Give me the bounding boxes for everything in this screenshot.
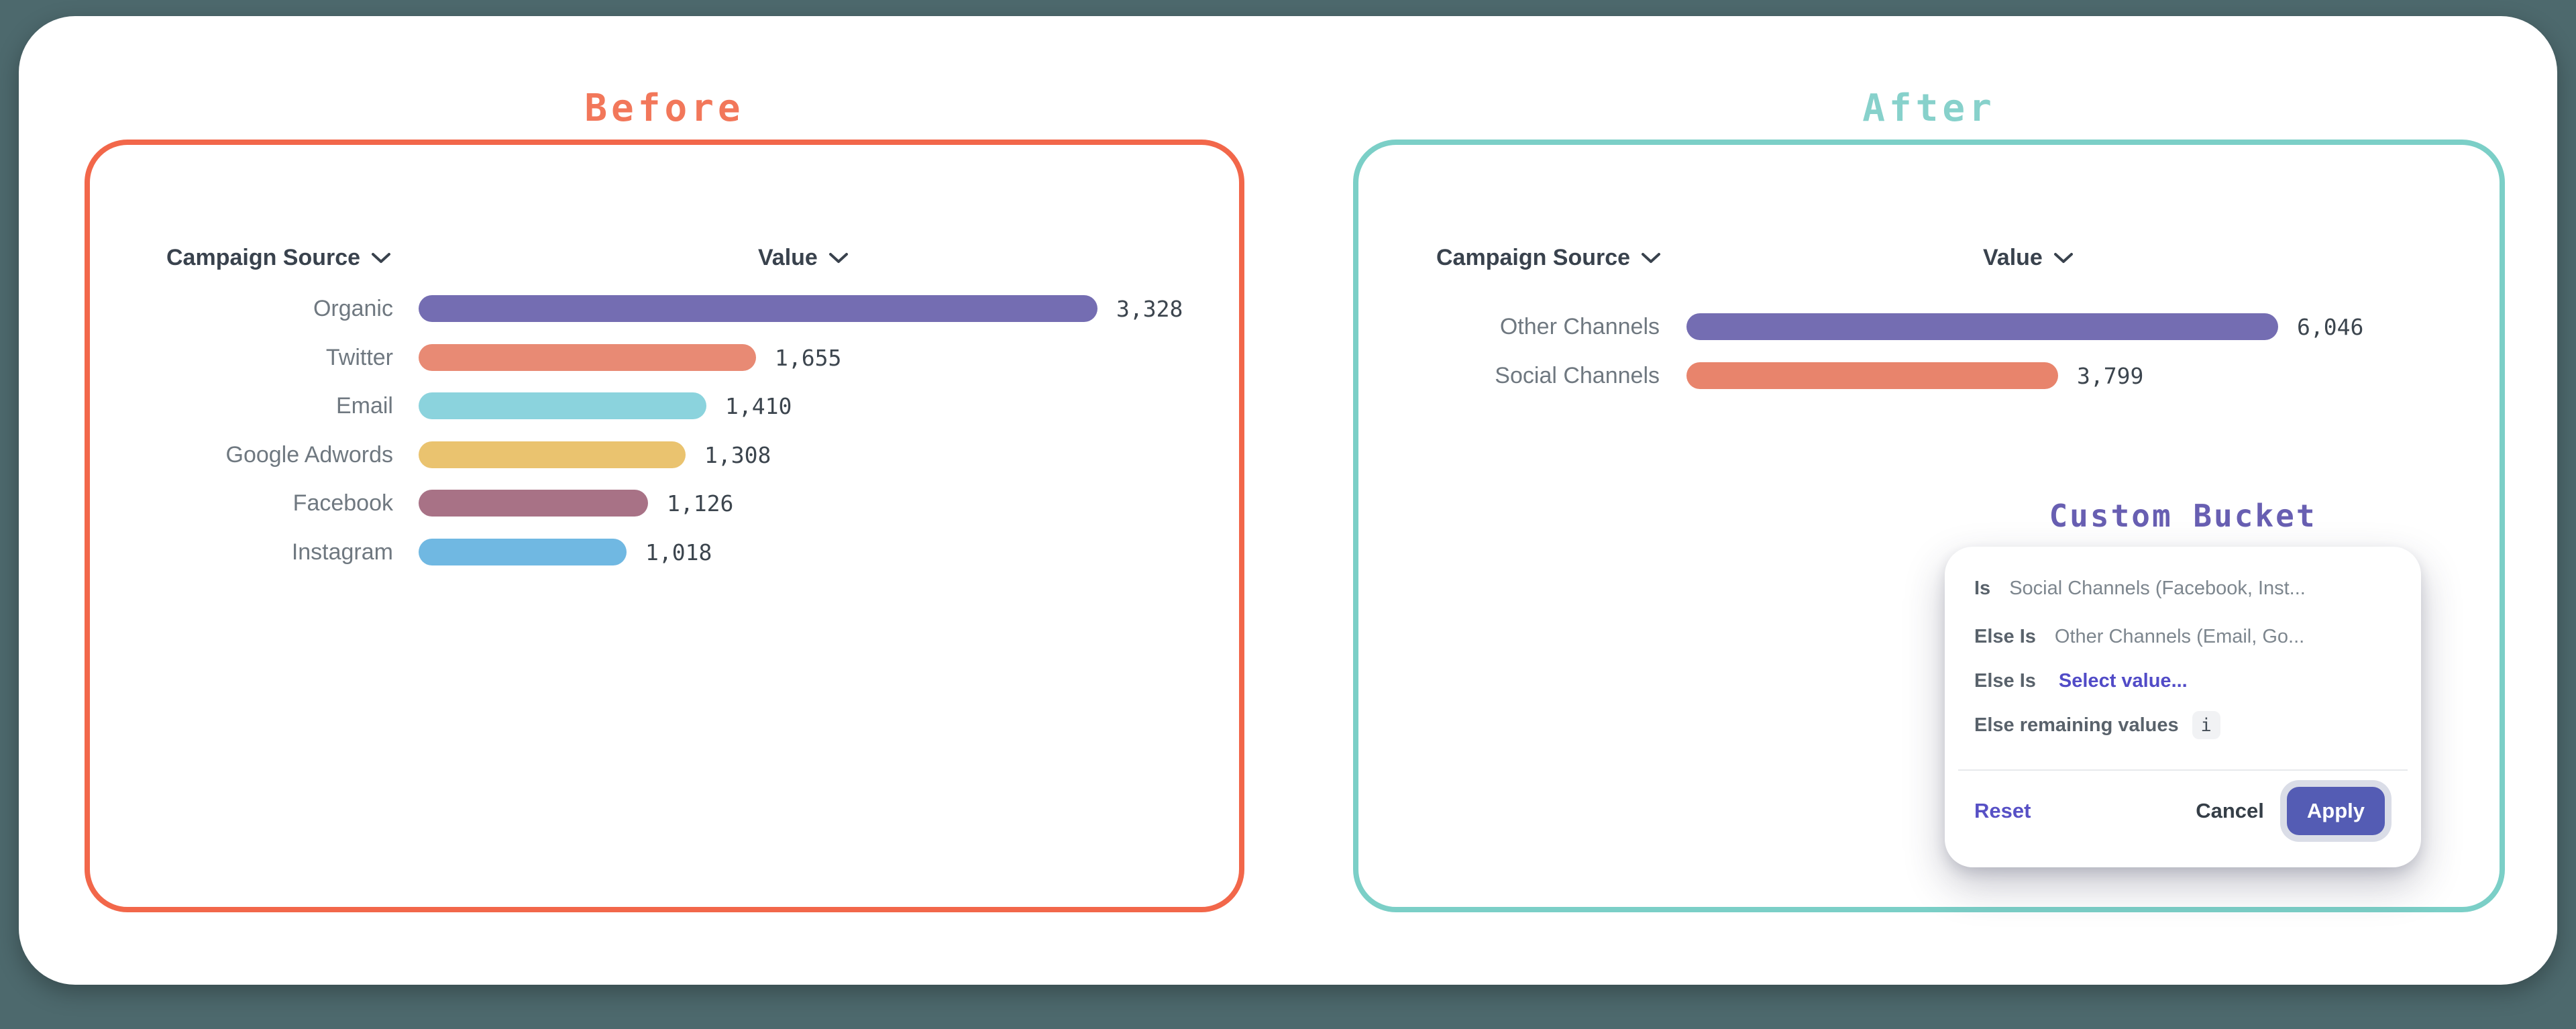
custom-bucket-title: Custom Bucket [1945,498,2421,534]
before-value-header[interactable]: Value [758,241,849,274]
chevron-down-icon [1641,252,1661,264]
bucket-rule-row[interactable]: Else Is Other Channels (Email, Go... [1974,623,2392,650]
cancel-button[interactable]: Cancel [2196,799,2264,823]
bar-twitter[interactable] [419,344,756,371]
before-title: Before [85,87,1244,130]
bar-other-channels[interactable] [1686,313,2278,340]
after-campaign-source-label: Campaign Source [1436,245,1630,271]
table-row: Organic 3,328 [99,295,1183,322]
row-label-social-channels: Social Channels [1366,363,1660,389]
table-row: Facebook 1,126 [99,490,733,517]
chevron-down-icon [2053,252,2074,264]
bucket-rule-row: Else Is Select value... [1974,667,2392,694]
apply-button-focus-ring: Apply [2280,780,2392,842]
dialog-divider [1958,769,2408,771]
bucket-rule-label: Else remaining values [1974,714,2179,737]
bar-facebook[interactable] [419,490,648,517]
table-row: Social Channels 3,799 [1366,362,2143,389]
bar-value-email: 1,410 [725,393,792,419]
after-campaign-source-header[interactable]: Campaign Source [1436,241,1661,274]
bar-value-social-channels: 3,799 [2077,363,2143,389]
row-label-organic: Organic [99,296,393,322]
bucket-rule-row[interactable]: Is Social Channels (Facebook, Inst... [1974,575,2392,602]
chevron-down-icon [828,252,849,264]
bar-value-facebook: 1,126 [667,490,733,517]
bucket-rule-label: Else Is [1974,626,2036,648]
dialog-footer: Reset Cancel Apply [1974,780,2392,842]
select-value-link[interactable]: Select value... [2059,670,2188,692]
custom-bucket-dialog: Is Social Channels (Facebook, Inst... El… [1945,547,2421,867]
table-row: Instagram 1,018 [99,539,712,565]
row-label-other-channels: Other Channels [1366,314,1660,340]
bar-value-twitter: 1,655 [775,345,841,371]
row-label-instagram: Instagram [99,539,393,565]
bar-instagram[interactable] [419,539,627,565]
bar-value-organic: 3,328 [1116,296,1183,322]
row-label-twitter: Twitter [99,345,393,371]
before-campaign-source-header[interactable]: Campaign Source [166,241,391,274]
bar-social-channels[interactable] [1686,362,2058,389]
after-value-header[interactable]: Value [1983,241,2074,274]
before-campaign-source-label: Campaign Source [166,245,360,271]
bucket-rule-row: Else remaining values i [1974,712,2392,739]
after-title: After [1353,87,2505,130]
before-value-label: Value [758,245,818,271]
apply-button[interactable]: Apply [2287,787,2385,835]
table-row: Google Adwords 1,308 [99,441,771,468]
table-row: Twitter 1,655 [99,344,841,371]
bucket-rule-value: Social Channels (Facebook, Inst... [2009,578,2306,600]
bucket-rule-label: Else Is [1974,670,2036,692]
page-background: Before After Campaign Source Value Campa… [0,0,2576,1029]
bar-organic[interactable] [419,295,1097,322]
table-row: Email 1,410 [99,392,792,419]
bucket-rule-label: Is [1974,578,1990,600]
bar-email[interactable] [419,392,706,419]
bar-value-instagram: 1,018 [645,539,712,565]
bar-value-other-channels: 6,046 [2297,314,2363,340]
row-label-google-adwords: Google Adwords [99,442,393,468]
after-value-label: Value [1983,245,2043,271]
row-label-email: Email [99,393,393,419]
content-card: Before After Campaign Source Value Campa… [19,16,2557,985]
bar-google-adwords[interactable] [419,441,686,468]
reset-button[interactable]: Reset [1974,799,2031,823]
bucket-rule-value: Other Channels (Email, Go... [2055,626,2304,648]
row-label-facebook: Facebook [99,490,393,517]
chevron-down-icon [371,252,391,264]
table-row: Other Channels 6,046 [1366,313,2363,340]
bar-value-google-adwords: 1,308 [704,442,771,468]
info-icon[interactable]: i [2192,711,2220,739]
